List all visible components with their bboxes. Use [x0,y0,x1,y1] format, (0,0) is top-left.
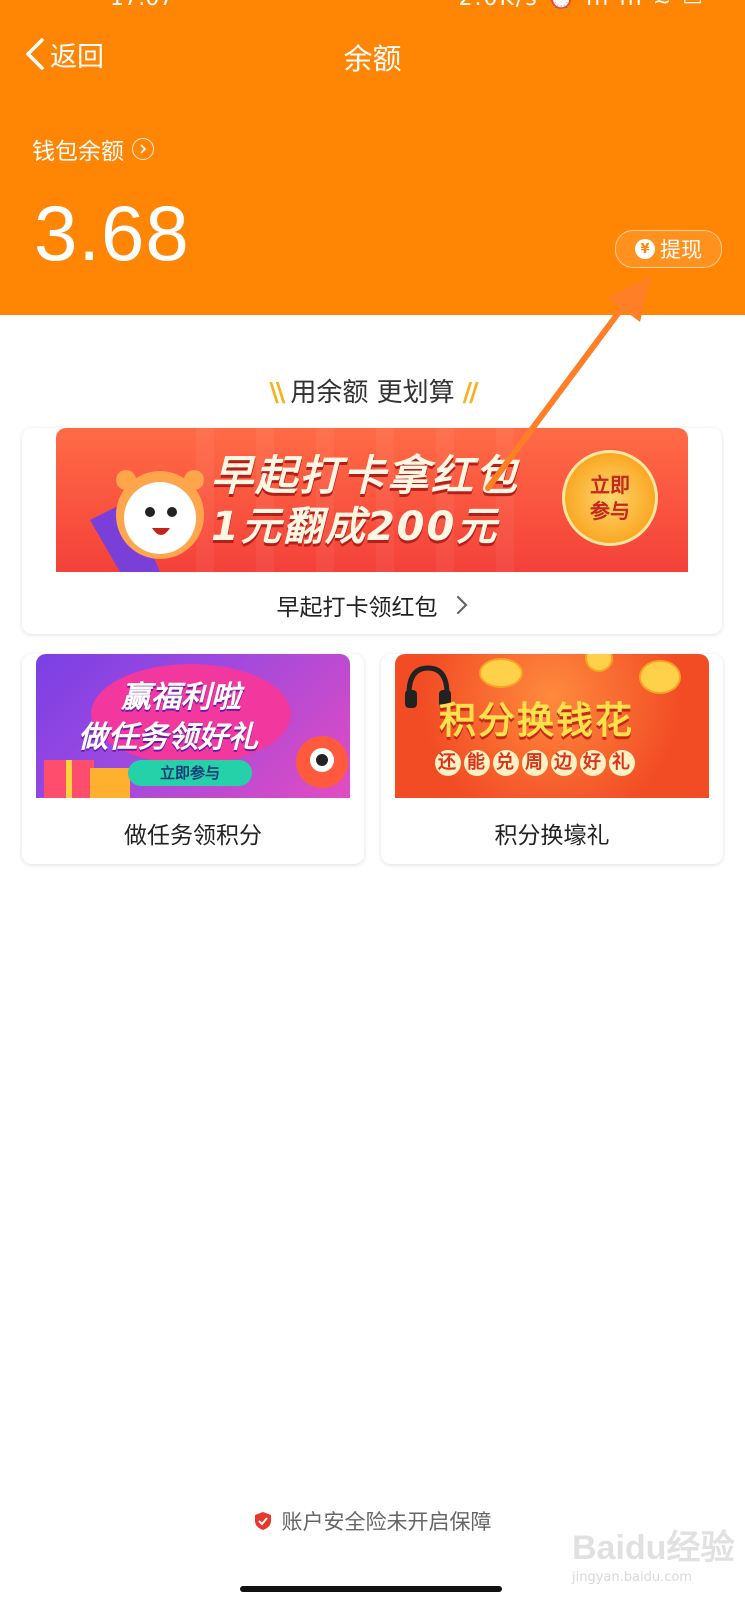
chevron-right-icon [456,595,468,621]
banner-subheadline: 1元翻成200元 [211,504,499,550]
status-bar: 17:07 2.0K/s ⏰ ıll ıll ≋ ▭ [0,0,745,14]
section-title: \\ 用余额 更划算// [0,372,745,409]
decor-slash-left: \\ [269,378,285,408]
banner-char: 礼 [609,750,635,776]
banner-char: 兑 [493,750,519,776]
banner-char: 还 [435,750,461,776]
points-exchange-card[interactable]: 积分换钱花 还能兑周边好礼 积分换壕礼 [381,654,723,864]
monster-mascot-icon [296,736,348,788]
morning-checkin-banner: 早起打卡拿红包 1元翻成200元 立即 参与 [56,428,688,572]
shield-icon [254,1512,271,1530]
card-caption: 早起打卡领红包 [22,588,722,622]
baidu-watermark: Baidu经验 [572,1529,735,1567]
badge-line1: 立即 [590,473,630,497]
baidu-watermark-url: jingyan.baidu.com [572,1570,692,1585]
status-icons: 2.0K/s ⏰ ıll ıll ≋ ▭ [458,0,705,11]
security-notice-text: 账户安全险未开启保障 [281,1510,492,1534]
home-indicator[interactable] [240,1586,502,1592]
banner-char: 能 [464,750,490,776]
task-banner-line2: 做任务领好礼 [78,720,258,755]
task-points-card[interactable]: 赢福利啦 做任务领好礼 立即参与 做任务领积分 [22,654,364,864]
join-now-badge: 立即 参与 [562,450,658,546]
chevron-right-circle-icon [132,138,154,160]
banner-char: 好 [580,750,606,776]
wallet-balance-label[interactable]: 钱包余额 [32,132,154,166]
alarm-clock-mascot-icon [90,470,204,572]
task-banner-line1: 赢福利啦 [121,680,241,715]
balance-amount: 3.68 [34,189,190,277]
task-banner: 赢福利啦 做任务领好礼 立即参与 [36,654,350,798]
yen-icon: ¥ [635,239,655,259]
task-join-button: 立即参与 [128,760,252,786]
card-caption: 做任务领积分 [124,823,262,849]
card-caption: 积分换壕礼 [494,823,610,849]
card-caption-text: 早起打卡领红包 [276,595,438,621]
status-time: 17:07 [110,0,173,11]
badge-line2: 参与 [590,499,630,523]
wallet-label-text: 钱包余额 [32,139,124,165]
exchange-banner: 积分换钱花 还能兑周边好礼 [395,654,709,798]
banner-char: 周 [522,750,548,776]
withdraw-button[interactable]: ¥ 提现 [615,230,722,268]
page-title: 余额 [343,42,402,76]
exchange-banner-line2: 还能兑周边好礼 [435,750,638,776]
banner-char: 边 [551,750,577,776]
balance-header: 17:07 2.0K/s ⏰ ıll ıll ≋ ▭ 返回 余额 钱包余额 3.… [0,0,745,315]
decor-slash-right: // [462,378,479,408]
morning-checkin-card[interactable]: 早起打卡拿红包 1元翻成200元 立即 参与 早起打卡领红包 [22,428,722,634]
exchange-banner-line1: 积分换钱花 [439,699,634,742]
withdraw-label: 提现 [660,238,702,262]
section-title-text: 用余额 更划算 [290,378,455,408]
